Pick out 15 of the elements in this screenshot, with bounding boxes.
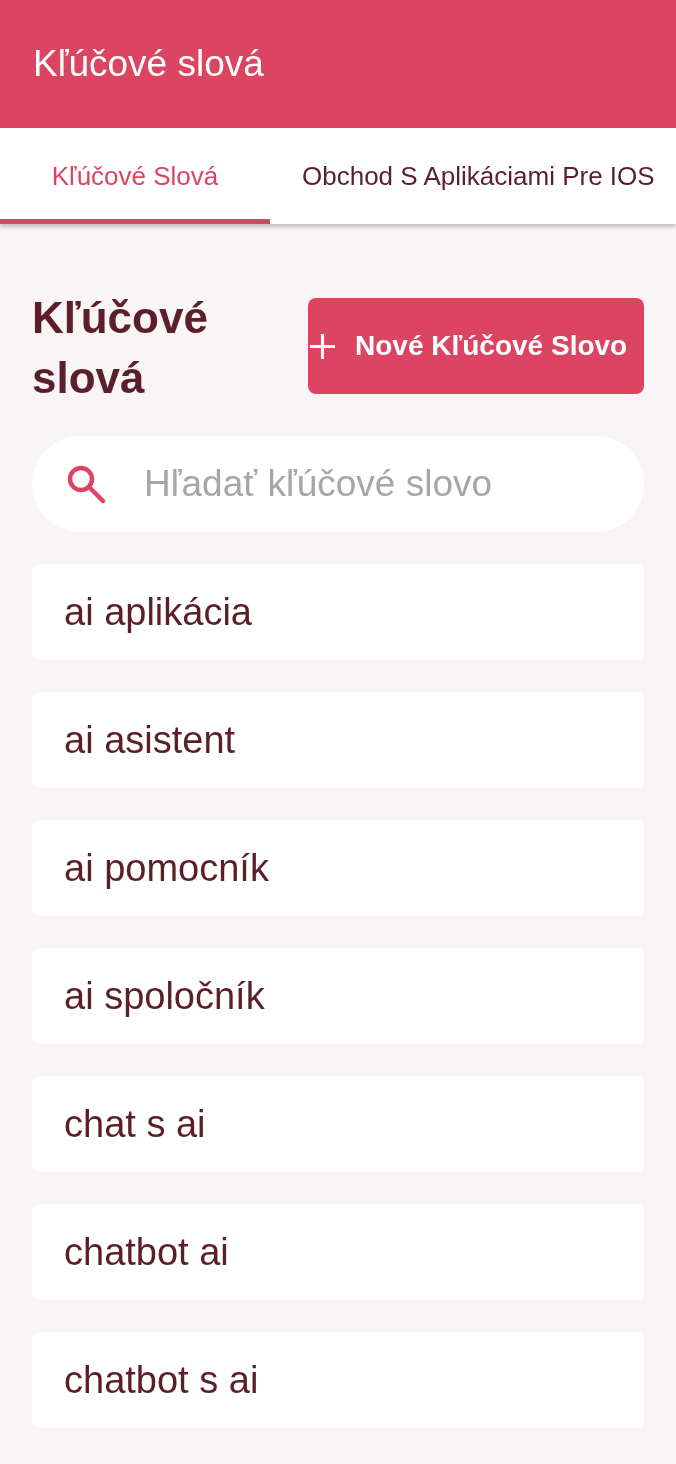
search-field[interactable]: Hľadať kľúčové slovo <box>32 436 644 532</box>
keyword-item[interactable]: chatbot ai <box>32 1204 644 1300</box>
keyword-item[interactable]: ai spoločník <box>32 948 644 1044</box>
keyword-item[interactable]: chatbot s ai <box>32 1332 644 1428</box>
plus-icon <box>310 333 335 359</box>
tab[interactable]: Obchod S Aplikáciami Pre IOS <box>270 128 655 224</box>
search-icon <box>66 464 106 504</box>
page-heading: Kľúčové slová <box>32 292 209 404</box>
tab[interactable]: Kľúčové Slová <box>0 128 270 224</box>
keyword-item[interactable]: ai asistent <box>32 692 644 788</box>
keyword-item[interactable]: ai pomocník <box>32 820 644 916</box>
keyword-item[interactable]: ai aplikácia <box>32 564 644 660</box>
keyword-item[interactable]: chat s ai <box>32 1076 644 1172</box>
app-title: Kľúčové slová <box>33 43 264 85</box>
new-keyword-button[interactable]: Nové Kľúčové Slovo <box>308 298 644 394</box>
